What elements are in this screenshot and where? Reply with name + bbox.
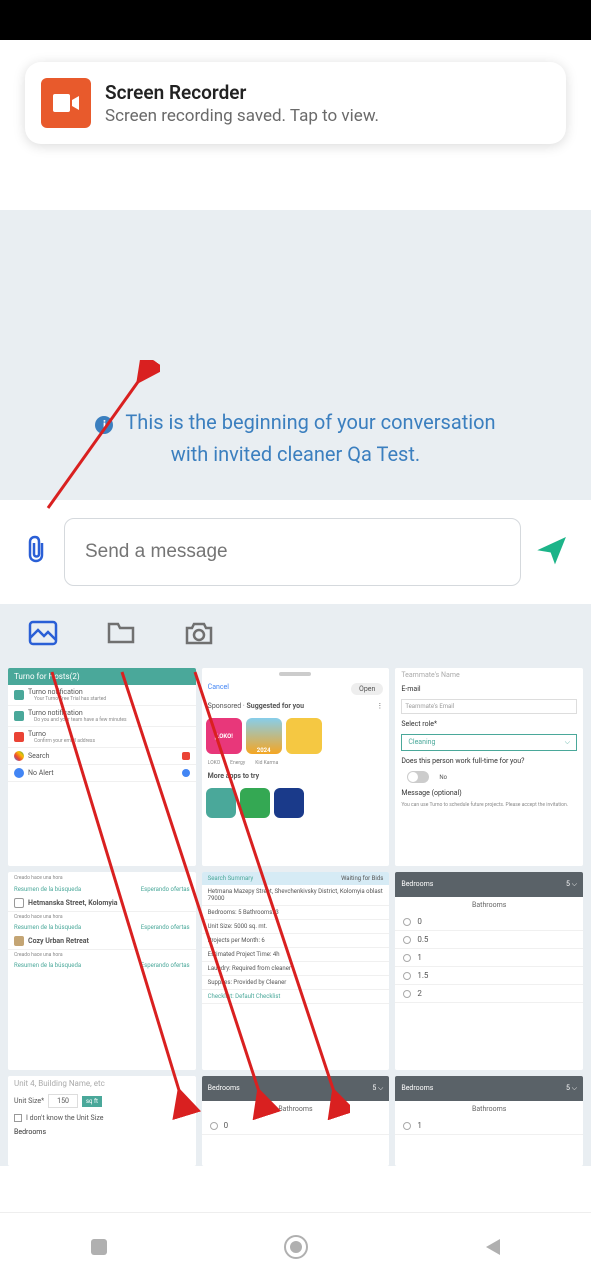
attachment-toolbar bbox=[0, 604, 591, 662]
recent-screenshots-grid: Turno for Hosts(2) Turno notificationYou… bbox=[0, 662, 591, 1166]
thumbnail-8[interactable]: Bedrooms5 ⌵ Bathrooms 0 bbox=[202, 1076, 390, 1166]
info-icon: i bbox=[95, 416, 113, 434]
thumbnail-1[interactable]: Turno for Hosts(2) Turno notificationYou… bbox=[8, 668, 196, 866]
thumbnail-3[interactable]: Teammate's Name E-mail Teammate's Email … bbox=[395, 668, 583, 866]
message-composer bbox=[0, 500, 591, 604]
notification-toast[interactable]: Screen Recorder Screen recording saved. … bbox=[25, 62, 566, 144]
thumbnail-6[interactable]: Bedrooms5 ⌵ Bathrooms 0 0.5 1 1.5 2 bbox=[395, 872, 583, 1070]
folder-icon[interactable] bbox=[106, 618, 136, 648]
thumbnail-9[interactable]: Bedrooms5 ⌵ Bathrooms 1 bbox=[395, 1076, 583, 1166]
gallery-icon[interactable] bbox=[28, 618, 58, 648]
banner-line2: with invited cleaner Qa Test. bbox=[171, 438, 420, 470]
status-bar bbox=[0, 0, 591, 40]
home-button[interactable] bbox=[281, 1232, 311, 1262]
message-input[interactable] bbox=[64, 518, 521, 586]
thumbnail-5[interactable]: Search SummaryWaiting for Bids Hetmana M… bbox=[202, 872, 390, 1070]
notification-title: Screen Recorder bbox=[105, 81, 550, 104]
camera-icon bbox=[41, 78, 91, 128]
notification-subtitle: Screen recording saved. Tap to view. bbox=[105, 106, 550, 126]
thumbnail-2[interactable]: CancelOpen Sponsored · Suggested for you… bbox=[202, 668, 390, 866]
thumbnail-4[interactable]: Creado hace una hora Resumen de la búsqu… bbox=[8, 872, 196, 1070]
notification-content: Screen Recorder Screen recording saved. … bbox=[105, 81, 550, 126]
send-icon[interactable] bbox=[533, 531, 571, 573]
camera-icon[interactable] bbox=[184, 618, 214, 648]
system-nav-bar bbox=[0, 1212, 591, 1280]
recents-button[interactable] bbox=[84, 1232, 114, 1262]
banner-line1: This is the beginning of your conversati… bbox=[125, 410, 495, 434]
thumbnail-7[interactable]: Unit 4, Building Name, etc Unit Size*150… bbox=[8, 1076, 196, 1166]
conversation-start-banner: i This is the beginning of your conversa… bbox=[0, 210, 591, 500]
back-button[interactable] bbox=[478, 1232, 508, 1262]
attachment-icon[interactable] bbox=[20, 531, 52, 574]
